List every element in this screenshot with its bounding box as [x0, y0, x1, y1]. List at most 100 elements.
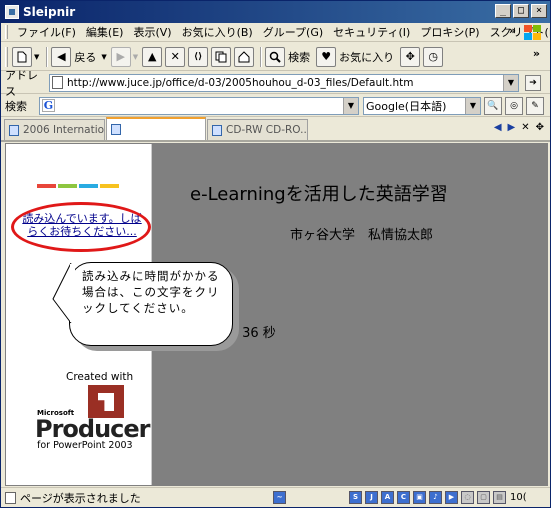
tab-1[interactable]: 2006 Internation... [4, 119, 105, 140]
status-page-icon [5, 491, 16, 504]
tab-close-icon[interactable]: ✕ [521, 122, 529, 133]
search-button-label[interactable]: 検索 [288, 49, 310, 65]
search-clear-icon[interactable]: ✎ [526, 96, 544, 115]
search-engine-select[interactable]: Google(日本語) ▼ [363, 96, 481, 115]
back-icon[interactable]: ◀ [51, 46, 72, 67]
status-connection-icon[interactable]: ~ [273, 491, 286, 504]
color-bars [37, 184, 119, 188]
status-zoom-icon[interactable]: ▤ [493, 491, 506, 504]
address-url[interactable]: http://www.juce.jp/office/d-03/2005houho… [67, 77, 413, 89]
search-input[interactable]: G ▼ [39, 96, 359, 115]
menu-group[interactable]: グループ(G) [258, 24, 328, 40]
address-dropdown-icon[interactable]: ▼ [503, 74, 518, 91]
copy-icon[interactable] [211, 46, 232, 67]
status-bar: ページが表示されました ~ S J A C ▣ ♪ ▶ ◌ ▢ ▤ 10( [1, 487, 550, 507]
menu-edit[interactable]: 編集(E) [81, 24, 129, 40]
tab-bar: 2006 Internation... CD-RW CD-RO... ◀ ▶ ✕… [1, 117, 550, 142]
status-sound-icon[interactable]: ♪ [429, 491, 442, 504]
toolbar-overflow-icon[interactable]: » [533, 47, 540, 60]
app-icon [5, 5, 19, 19]
window-title: Sleipnir [23, 5, 76, 19]
tab-1-label[interactable]: 2006 Internation... [23, 124, 104, 136]
tab-3[interactable]: CD-RW CD-RO... [207, 119, 308, 140]
tab-page-icon [9, 124, 19, 136]
status-text: ページが表示されました [20, 491, 141, 505]
menu-file[interactable]: ファイル(F) [12, 24, 81, 40]
menu-security[interactable]: セキュリティ(I) [328, 24, 415, 40]
menu-bar: ファイル(F) 編集(E) 表示(V) お気に入り(B) グループ(G) セキュ… [1, 23, 550, 42]
plugin-icon[interactable]: ✥ [400, 46, 421, 67]
search-history-dropdown-icon[interactable]: ▼ [343, 97, 358, 114]
zoom-level[interactable]: 10( [510, 492, 527, 503]
tab-3-label[interactable]: CD-RW CD-RO... [226, 124, 307, 136]
search-bar: 検索 G ▼ Google(日本語) ▼ 🔍 ◎ ✎ [1, 95, 550, 117]
address-bar: アドレス http://www.juce.jp/office/d-03/2005… [1, 69, 550, 98]
google-icon: G [42, 99, 55, 112]
menu-grip[interactable] [5, 25, 8, 39]
search-highlight-icon[interactable]: ◎ [505, 96, 523, 115]
producer-wordmark: Producer [35, 415, 151, 443]
menu-favorites[interactable]: お気に入り(B) [177, 24, 258, 40]
tab-page-icon [212, 124, 222, 136]
history-icon[interactable]: ◷ [423, 46, 444, 67]
color-bar-yellow [100, 184, 119, 188]
favorites-button-label[interactable]: お気に入り [339, 49, 394, 65]
tab-prev-icon[interactable]: ◀ [494, 122, 502, 133]
search-label: 検索 [5, 99, 27, 113]
color-bar-blue [79, 184, 98, 188]
slide-author: 市ヶ谷大学 私情協太郎 [290, 228, 434, 243]
status-popup-icon[interactable]: ◌ [461, 491, 474, 504]
menu-view[interactable]: 表示(V) [128, 24, 176, 40]
windows-logo-icon [524, 25, 541, 40]
page-icon [52, 76, 63, 89]
color-bar-red [37, 184, 56, 188]
search-engine-dropdown-icon[interactable]: ▼ [465, 97, 480, 114]
address-label: アドレス [5, 68, 38, 98]
status-video-icon[interactable]: ▶ [445, 491, 458, 504]
status-activex-icon[interactable]: A [381, 491, 394, 504]
new-page-dropdown-icon[interactable]: ▼ [34, 53, 39, 61]
toolbar-separator [46, 46, 49, 67]
search-engine-value[interactable]: Google(日本語) [366, 98, 446, 114]
powerpoint-label: for PowerPoint 2003 [37, 440, 133, 451]
status-image-icon[interactable]: ▣ [413, 491, 426, 504]
status-java-icon[interactable]: J [365, 491, 378, 504]
maximize-button[interactable]: □ [513, 4, 529, 18]
tab-page-icon [111, 124, 121, 135]
status-cookie-icon[interactable]: C [397, 491, 410, 504]
status-script-icon[interactable]: S [349, 491, 362, 504]
color-bar-green [58, 184, 77, 188]
home-icon[interactable] [234, 46, 255, 67]
forward-dropdown-icon[interactable]: ▼ [133, 53, 138, 61]
callout-tail [52, 263, 75, 324]
minimize-button[interactable]: _ [495, 4, 511, 18]
highlight-circle [11, 202, 151, 252]
toolbar-grip[interactable] [5, 46, 8, 67]
title-bar: Sleipnir _ □ × [1, 1, 550, 23]
favorites-icon[interactable]: ♥ [316, 46, 337, 67]
status-lock-icon[interactable]: ▢ [477, 491, 490, 504]
menu-proxy[interactable]: プロキシ(P) [415, 24, 484, 40]
slide-title: e-Learningを活用した英語学習 [190, 184, 448, 205]
search-icon[interactable] [265, 46, 286, 67]
main-toolbar: ▼ ◀ 戻る ▼ ▶ ▼ ▲ ✕ ⟨⟩ 検索 ♥ お気に入り ✥ ◷ » [1, 43, 550, 71]
up-icon[interactable]: ▲ [142, 46, 163, 67]
producer-logo-icon [88, 385, 124, 418]
tab-menu-icon[interactable]: ✥ [536, 122, 544, 133]
search-go-icon[interactable]: 🔍 [484, 96, 502, 115]
go-icon[interactable]: ➔ [525, 74, 541, 91]
back-dropdown-icon[interactable]: ▼ [101, 53, 106, 61]
forward-icon[interactable]: ▶ [110, 46, 131, 67]
menu-overflow-icon[interactable]: » [509, 24, 516, 37]
created-with-label: Created with [66, 371, 134, 383]
close-button[interactable]: × [531, 4, 547, 18]
toolbar-separator [260, 46, 263, 67]
reload-icon[interactable]: ⟨⟩ [188, 46, 209, 67]
new-page-icon[interactable] [12, 46, 32, 67]
back-button-label[interactable]: 戻る [74, 49, 96, 65]
stop-icon[interactable]: ✕ [165, 46, 186, 67]
tab-next-icon[interactable]: ▶ [508, 122, 516, 133]
tab-2-active[interactable] [106, 117, 206, 140]
browser-window: Sleipnir _ □ × ファイル(F) 編集(E) 表示(V) お気に入り… [0, 0, 551, 508]
address-input[interactable]: http://www.juce.jp/office/d-03/2005houho… [49, 73, 519, 92]
